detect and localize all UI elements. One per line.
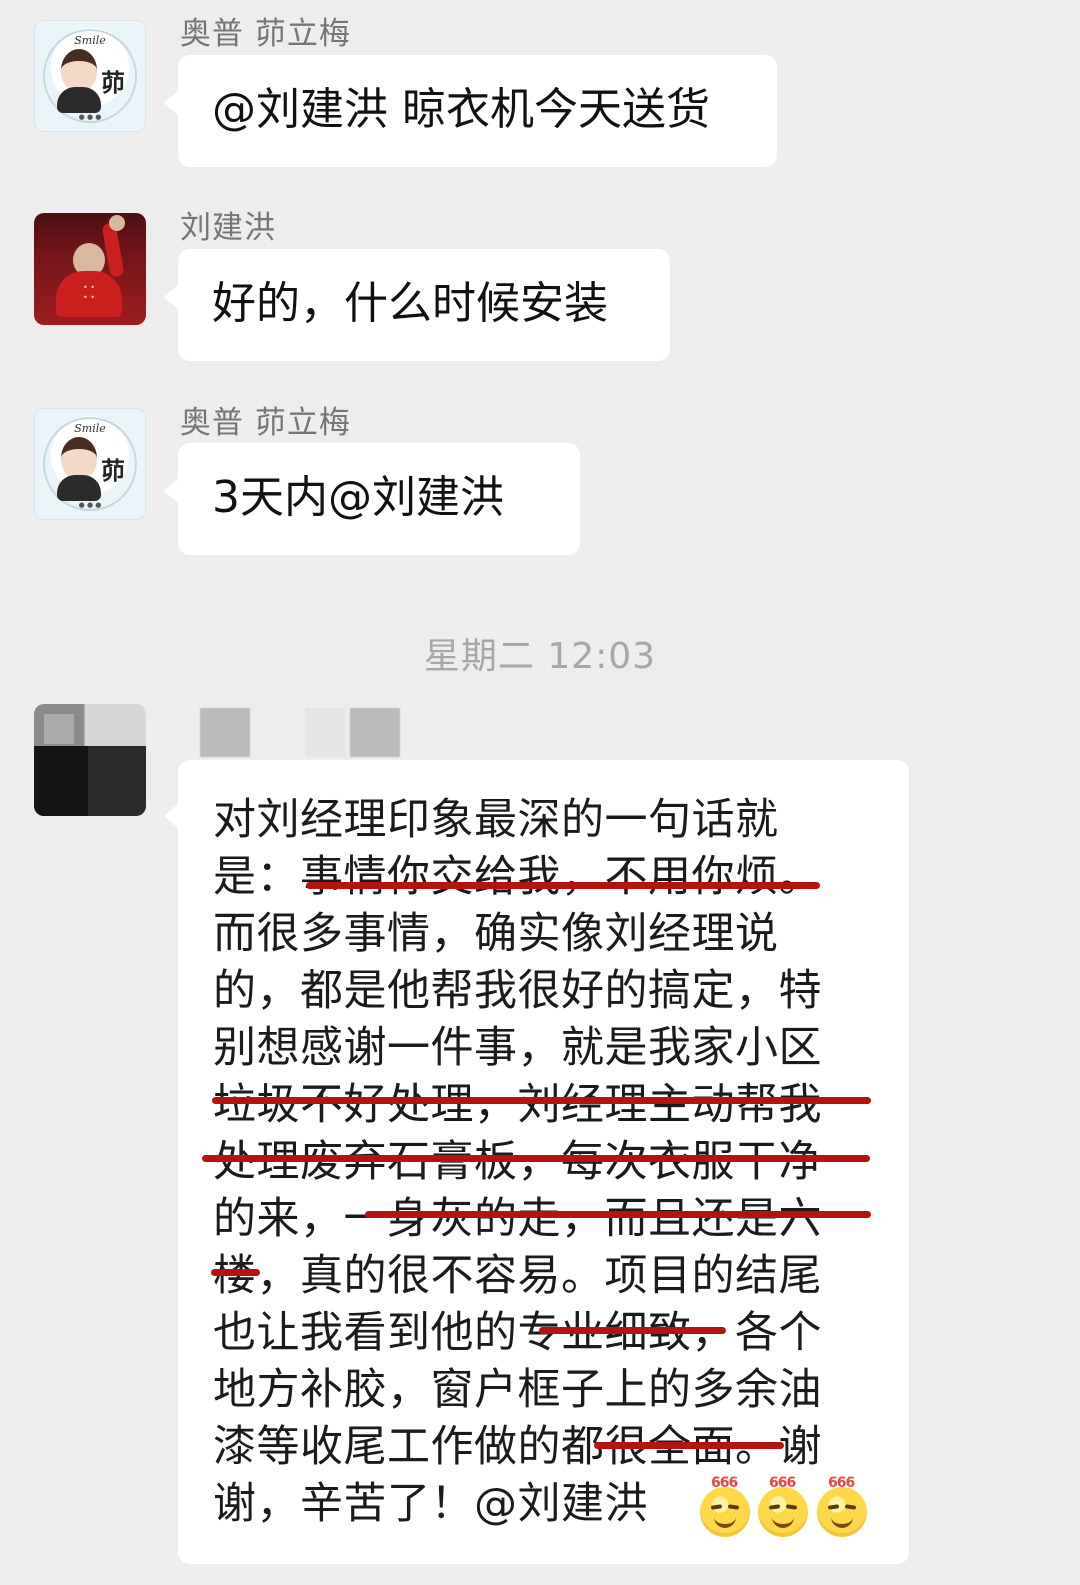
sender-name: 奥普 茆立梅 [180, 405, 351, 441]
message-line: 的，都是他帮我很好的搞定，特 [213, 966, 822, 1016]
avatar-small-text: ● ● ● [78, 113, 102, 121]
message-text: @刘建洪 晾衣机今天送货 [212, 84, 710, 135]
emoji-label: 666 [828, 1475, 855, 1491]
highlight-underline [539, 1327, 726, 1334]
message-bubble[interactable]: @刘建洪 晾衣机今天送货 [164, 55, 777, 167]
highlight-underline [365, 1211, 871, 1218]
avatar-decoration-text: Smile [74, 422, 106, 435]
666-emoji-icon: 666 [817, 1475, 867, 1537]
blurred-avatar-icon[interactable] [34, 704, 146, 816]
message-timestamp: 星期二 12:03 [423, 636, 657, 677]
emoji-label: 666 [711, 1475, 738, 1491]
avatar-small-text: ● ● ● [78, 501, 102, 509]
girl-body-icon [57, 475, 101, 501]
emoji-mouth [772, 1517, 794, 1528]
highlight-underline [202, 1155, 870, 1162]
girl-avatar-icon [61, 49, 97, 91]
user-avatar-liu[interactable]: • • • • [34, 213, 146, 325]
message-line: 对刘经理印象最深的一句话就 [213, 795, 779, 845]
avatar-decoration-text: Smile [74, 34, 106, 47]
message-line: 是：事情你交给我，不用你烦。 [213, 852, 822, 902]
raised-arm-icon [101, 222, 125, 278]
highlight-underline [212, 1097, 871, 1104]
message-text: 3天内@刘建洪 [212, 472, 504, 523]
highlight-underline [211, 1269, 260, 1276]
message-line: 楼，真的很不容易。项目的结尾 [213, 1251, 822, 1301]
message-line: 地方补胶，窗户框子上的多余油 [213, 1365, 822, 1415]
user-avatar-opu[interactable]: Smile 茆 ● ● ● [34, 20, 146, 132]
emoji-mouth [831, 1517, 853, 1528]
user-avatar-opu[interactable]: Smile 茆 ● ● ● [34, 408, 146, 520]
girl-avatar-icon [61, 437, 97, 479]
seal-icon: 茆 [101, 68, 125, 97]
message-bubble[interactable]: 3天内@刘建洪 [164, 443, 580, 555]
message-line: 漆等收尾工作做的都很全面。谢 [213, 1422, 822, 1472]
redacted-name-block [350, 708, 400, 757]
message-line: 的来，一身灰的走，而且还是六 [213, 1194, 822, 1244]
long-message-text: 对刘经理印象最深的一句话就 是：事情你交给我，不用你烦。 而很多事情，确实像刘经… [213, 792, 893, 1533]
message-line: 处理废弃石膏板，每次衣服干净 [213, 1137, 822, 1187]
sender-name: 奥普 茆立梅 [180, 16, 351, 52]
redacted-name-block [200, 708, 250, 757]
seal-icon: 茆 [101, 456, 125, 485]
666-emoji-icon: 666 [700, 1475, 750, 1537]
message-line: 而很多事情，确实像刘经理说 [213, 909, 779, 959]
hand-icon [109, 215, 125, 231]
highlight-underline [594, 1442, 784, 1449]
shirt-print-icon: • • • • [83, 283, 95, 302]
message-line: 垃圾不好处理，刘经理主动帮我 [213, 1080, 822, 1130]
emoji-mouth [714, 1517, 736, 1528]
message-text: 好的，什么时候安装 [212, 278, 608, 329]
sender-name: 刘建洪 [180, 210, 276, 246]
girl-body-icon [57, 87, 101, 113]
message-bubble[interactable]: 好的，什么时候安装 [164, 249, 670, 361]
redacted-name-block [305, 708, 345, 757]
emoji-label: 666 [769, 1475, 796, 1491]
message-line: 别想感谢一件事，就是我家小区 [213, 1023, 822, 1073]
666-emoji-icon: 666 [758, 1475, 808, 1537]
highlight-underline [306, 882, 820, 889]
long-message-bubble[interactable]: 对刘经理印象最深的一句话就 是：事情你交给我，不用你烦。 而很多事情，确实像刘经… [164, 760, 909, 1564]
